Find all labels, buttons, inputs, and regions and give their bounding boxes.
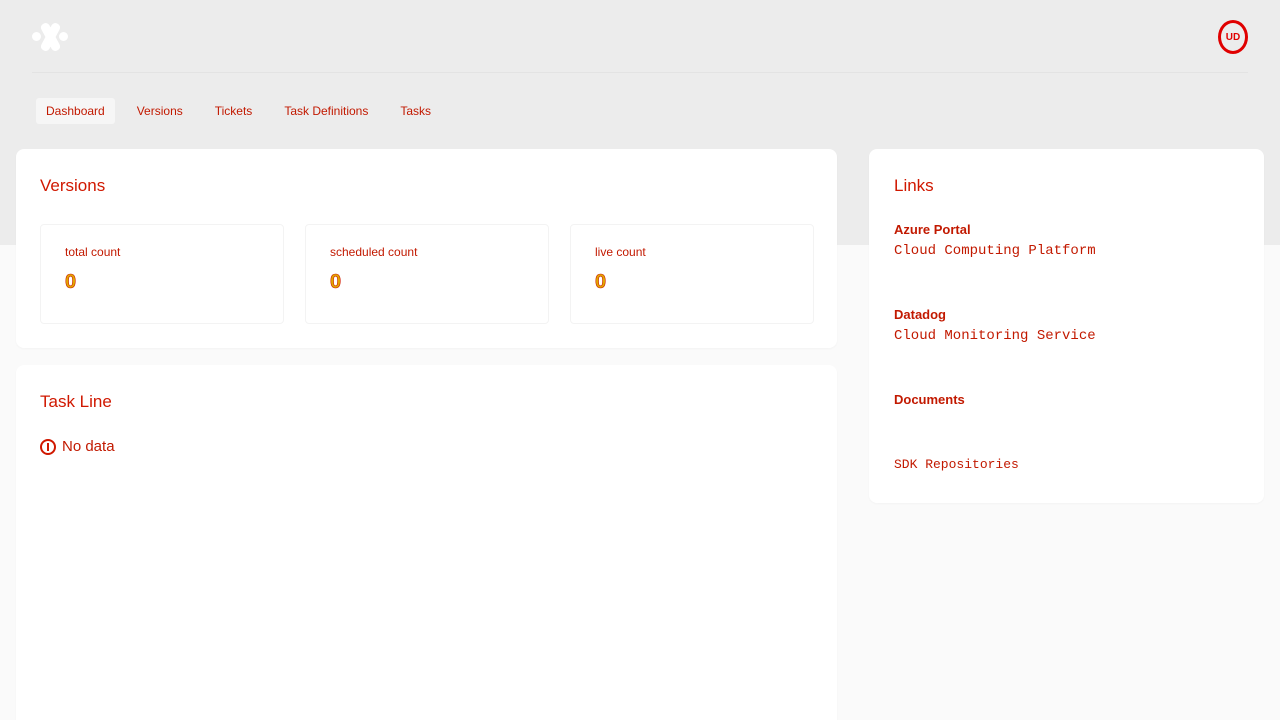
link-datadog: Datadog Cloud Monitoring Service (894, 307, 1096, 344)
link-value[interactable]: Cloud Monitoring Service (894, 328, 1096, 344)
link-azure-portal: Azure Portal Cloud Computing Platform (894, 222, 1096, 259)
task-line-empty-state: No data (40, 438, 115, 455)
task-line-card (16, 365, 837, 720)
logo-dot (32, 32, 41, 41)
stat-value: 0 (65, 271, 77, 294)
link-label: Datadog (894, 307, 946, 322)
nav-tab-tasks[interactable]: Tasks (390, 98, 441, 124)
logo-dot (59, 32, 68, 41)
link-value[interactable]: Cloud Computing Platform (894, 243, 1096, 259)
link-label: Azure Portal (894, 222, 971, 237)
stat-label: total count (65, 245, 121, 259)
nav-tab-versions[interactable]: Versions (127, 98, 193, 124)
link-value[interactable]: SDK Repositories (894, 457, 1019, 472)
user-avatar-icon[interactable]: UD (1218, 20, 1248, 54)
links-title: Links (894, 176, 934, 195)
app-logo-icon[interactable] (32, 19, 68, 55)
nav-tab-tickets[interactable]: Tickets (205, 98, 263, 124)
versions-title: Versions (40, 176, 106, 195)
link-label[interactable]: Documents (894, 392, 965, 407)
task-line-title: Task Line (40, 392, 112, 411)
top-bar: UD (32, 14, 1248, 60)
stat-value: 0 (595, 271, 607, 294)
stat-live-count: live count 0 (570, 224, 814, 324)
link-sdk-repositories: SDK Repositories (894, 457, 1019, 472)
nav-tab-task-definitions[interactable]: Task Definitions (274, 98, 378, 124)
stat-scheduled-count: scheduled count 0 (305, 224, 549, 324)
stat-value: 0 (330, 271, 342, 294)
link-documents: Documents (894, 392, 965, 407)
nav-tab-dashboard[interactable]: Dashboard (36, 98, 115, 124)
empty-state-text: No data (62, 438, 115, 455)
stat-total-count: total count 0 (40, 224, 284, 324)
stat-label: scheduled count (330, 245, 418, 259)
stat-label: live count (595, 245, 646, 259)
header-divider (32, 72, 1248, 73)
user-avatar-initials: UD (1225, 31, 1241, 43)
info-icon (40, 438, 56, 455)
main-nav: Dashboard Versions Tickets Task Definiti… (36, 96, 453, 126)
